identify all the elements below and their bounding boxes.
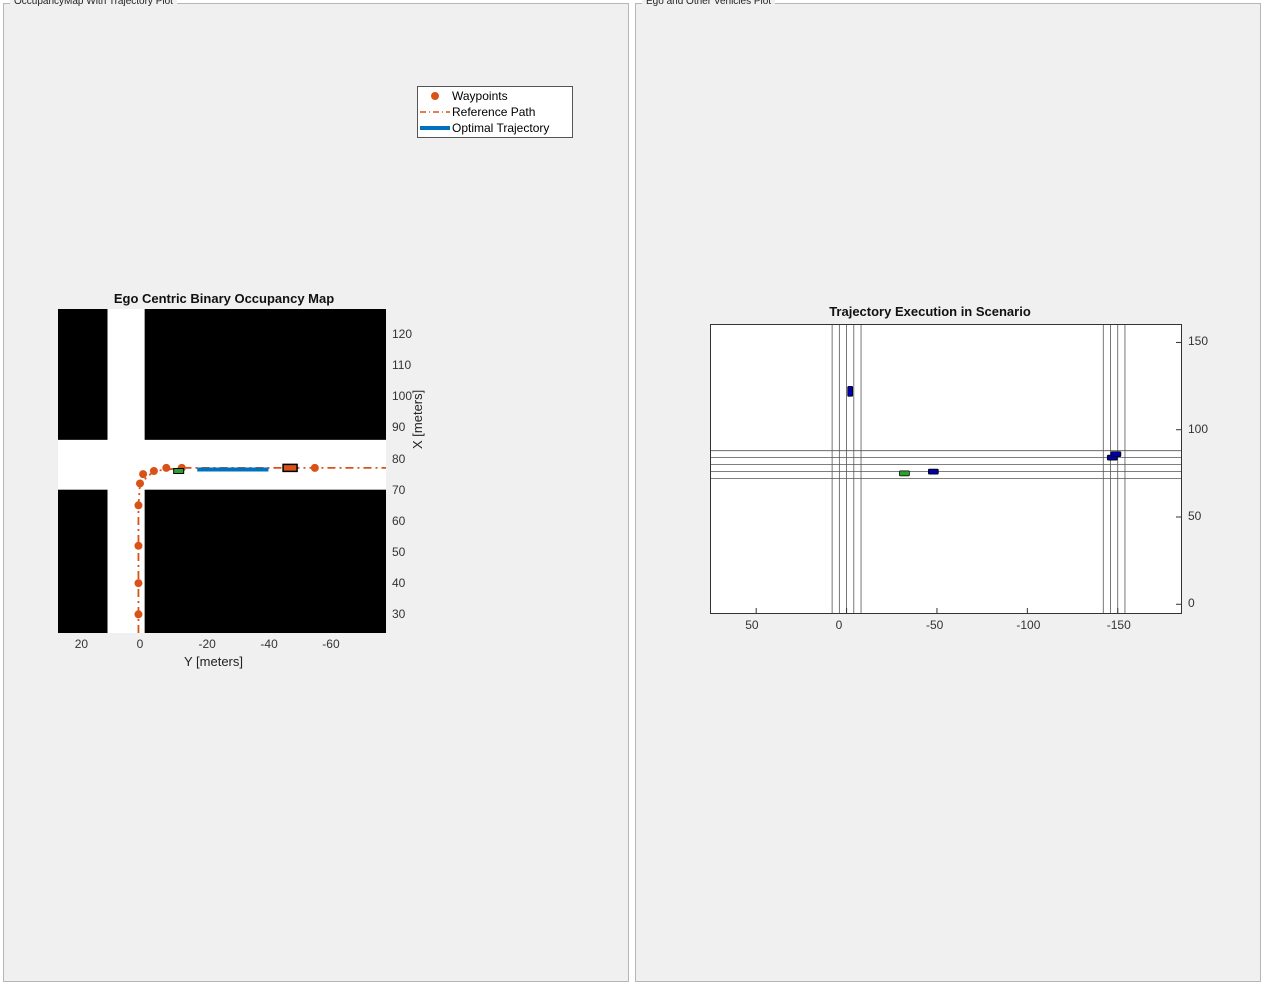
chart1-xlabel: Y [meters] xyxy=(184,654,243,669)
scenario-plot[interactable] xyxy=(710,324,1182,614)
legend-row-waypoints: Waypoints xyxy=(420,88,570,104)
legend-text-optimal: Optimal Trajectory xyxy=(452,121,570,135)
solid-line-icon xyxy=(420,121,450,135)
left-panel: OccupancyMap With Trajectory Plot Waypoi… xyxy=(3,3,629,982)
legend-row-optimal: Optimal Trajectory xyxy=(420,120,570,136)
legend-row-reference: Reference Path xyxy=(420,104,570,120)
left-panel-title: OccupancyMap With Trajectory Plot xyxy=(10,0,177,7)
occupancy-map-plot[interactable] xyxy=(58,309,386,633)
right-panel-title: Ego and Other Vehicles Plot xyxy=(642,0,775,7)
right-panel: Ego and Other Vehicles Plot Trajectory E… xyxy=(635,3,1261,982)
figure-container: OccupancyMap With Trajectory Plot Waypoi… xyxy=(0,0,1264,985)
legend-text-waypoints: Waypoints xyxy=(452,89,570,103)
chart1-title: Ego Centric Binary Occupancy Map xyxy=(4,291,444,306)
chart2-title: Trajectory Execution in Scenario xyxy=(690,304,1170,319)
legend-text-reference: Reference Path xyxy=(452,105,570,119)
legend[interactable]: Waypoints Reference Path Optimal Traject… xyxy=(417,86,573,138)
dashdot-line-icon xyxy=(420,105,450,119)
circle-marker-icon xyxy=(420,89,450,103)
chart1-ylabel: X [meters] xyxy=(410,390,425,449)
